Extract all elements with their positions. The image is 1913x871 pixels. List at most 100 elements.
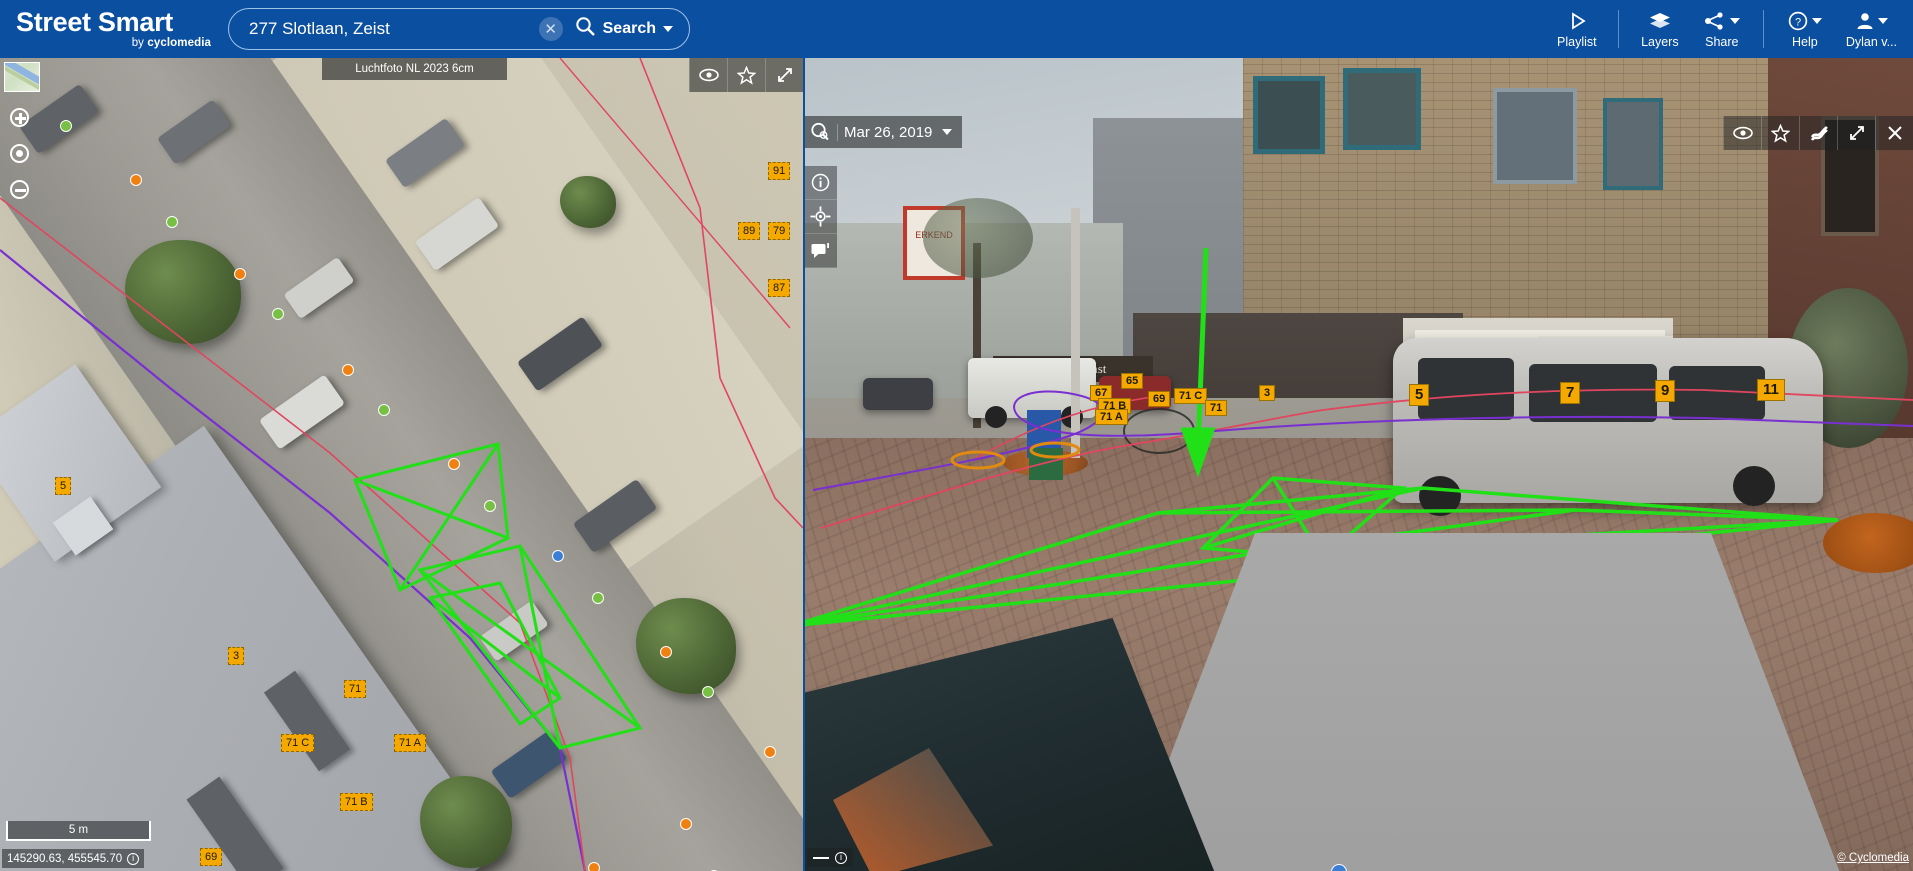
address-label[interactable]: 69 [1148,391,1171,407]
header-tool-label: Dylan v... [1845,35,1897,49]
header-tool-group: Playlist Layers Share ? Help Dylan v... [1546,0,1907,58]
map-coordinates-value: 145290.63, 455545.70 [7,852,123,865]
street-view-icon-bar [1723,116,1913,150]
caret-down-icon[interactable] [663,26,673,32]
cyclorama-imagery[interactable]: ONDERHOUD VAN De Uitkomst ERKEND [803,58,1913,871]
address-label[interactable]: 5 [55,477,72,495]
header-divider-2 [1762,10,1764,48]
address-label[interactable]: 5 [1409,384,1430,406]
crosshair-target-icon [810,206,830,227]
recording-date-selector[interactable]: Mar 26, 2019 [803,116,963,148]
surface-overlay-toggle[interactable] [1799,116,1837,150]
address-label[interactable]: 91 [768,162,791,180]
close-panel[interactable] [1875,116,1913,150]
map-scale-bar: 5 m [6,821,151,841]
search-button[interactable]: Search [571,9,689,49]
map-point-marker[interactable] [660,646,672,658]
address-label[interactable]: 71 [344,680,367,698]
plus-circle-icon [9,107,29,127]
star-icon [1771,123,1790,143]
map-point-marker[interactable] [588,862,600,871]
star-icon [737,65,756,85]
zoom-out-button[interactable] [4,174,34,204]
caret-down-icon[interactable] [1812,18,1823,24]
address-label[interactable]: 7 [1560,382,1581,404]
measure-button[interactable] [803,200,837,234]
address-label[interactable]: 71 C [1174,388,1208,404]
header-tool-help[interactable]: ? Help [1774,0,1836,58]
cyclorama-search-icon[interactable] [803,116,837,148]
header-tool-label: Layers [1641,35,1679,49]
map-point-marker[interactable] [764,746,776,758]
aerial-map-imagery[interactable]: 91 89 79 87 5 3 71 71 C 71 A 71 B 69 [0,58,803,871]
note-button[interactable] [803,234,837,268]
address-label[interactable]: 3 [1259,385,1276,401]
street-view-panel[interactable]: ONDERHOUD VAN De Uitkomst ERKEND [803,58,1913,871]
question-circle-icon: ? [1787,8,1823,34]
map-point-marker[interactable] [592,592,604,604]
address-label[interactable]: 65 [1121,373,1144,389]
address-label[interactable]: 11 [1757,379,1785,401]
address-label[interactable]: 71 [1205,400,1228,416]
map-point-marker[interactable] [342,364,354,376]
maximize-panel[interactable] [1837,116,1875,150]
favorite-toggle[interactable] [1761,116,1799,150]
header-tool-share[interactable]: Share [1691,0,1753,58]
header-tool-layers[interactable]: Layers [1629,0,1691,58]
map-point-marker[interactable] [130,174,142,186]
logo-sub-brand: cyclomedia [147,37,211,49]
caret-down-icon[interactable] [1730,18,1741,24]
user-person-icon [1855,8,1888,34]
search-input[interactable] [229,9,539,49]
map-point-marker[interactable] [448,458,460,470]
map-point-marker[interactable] [166,216,178,228]
share-nodes-icon [1703,8,1741,34]
address-label[interactable]: 79 [768,222,791,240]
favorite-toggle[interactable] [727,58,765,92]
caret-down-icon[interactable] [1877,18,1888,24]
address-label[interactable]: 9 [1655,380,1676,402]
visibility-toggle[interactable] [1723,116,1761,150]
map-point-marker[interactable] [378,404,390,416]
basemap-thumbnail[interactable] [4,62,40,92]
map-point-marker[interactable] [234,268,246,280]
header-divider-1 [1617,10,1619,48]
header-tool-label: Share [1705,35,1739,49]
map-point-marker[interactable] [272,308,284,320]
header-tool-user[interactable]: Dylan v... [1836,0,1907,58]
app-logo[interactable]: Street Smart by cyclomedia [0,8,215,50]
svg-text:?: ? [1795,17,1801,29]
zoom-in-button[interactable] [4,102,34,132]
address-label[interactable]: 71 B [340,793,373,811]
locate-button[interactable] [4,138,34,168]
maximize-panel[interactable] [765,58,803,92]
target-circle-icon [9,143,29,163]
map-selected-marker[interactable] [552,550,564,562]
address-label[interactable]: 69 [200,848,223,866]
visibility-toggle[interactable] [689,58,727,92]
map-point-marker[interactable] [702,686,714,698]
map-point-marker[interactable] [60,120,72,132]
map-point-marker[interactable] [484,500,496,512]
eye-icon [698,68,719,82]
address-label[interactable]: 71 A [394,734,427,752]
panel-divider[interactable] [803,58,805,871]
caret-down-icon[interactable] [942,129,953,135]
info-button[interactable] [803,166,837,200]
info-circle-icon[interactable]: i [835,851,847,864]
info-circle-icon[interactable]: i [127,852,140,865]
map-point-marker[interactable] [680,818,692,830]
copyright-link[interactable]: © Cyclomedia [1837,849,1909,867]
address-label[interactable]: 89 [738,222,761,240]
app-header: Street Smart by cyclomedia ✕ Search [0,0,1913,58]
header-tool-playlist[interactable]: Playlist [1546,0,1608,58]
info-circle-icon [811,173,829,192]
address-label[interactable]: 71 A [1095,409,1128,425]
address-label[interactable]: 71 C [281,734,315,752]
aerial-map-panel[interactable]: 91 89 79 87 5 3 71 71 C 71 A 71 B 69 Luchtfoto NL … [0,58,803,871]
address-label[interactable]: 3 [228,647,245,665]
address-label[interactable]: 87 [768,279,791,297]
app-logo-subtitle: by cyclomedia [16,36,215,50]
expand-arrows-icon [1849,126,1864,140]
clear-search-button[interactable]: ✕ [538,17,563,41]
